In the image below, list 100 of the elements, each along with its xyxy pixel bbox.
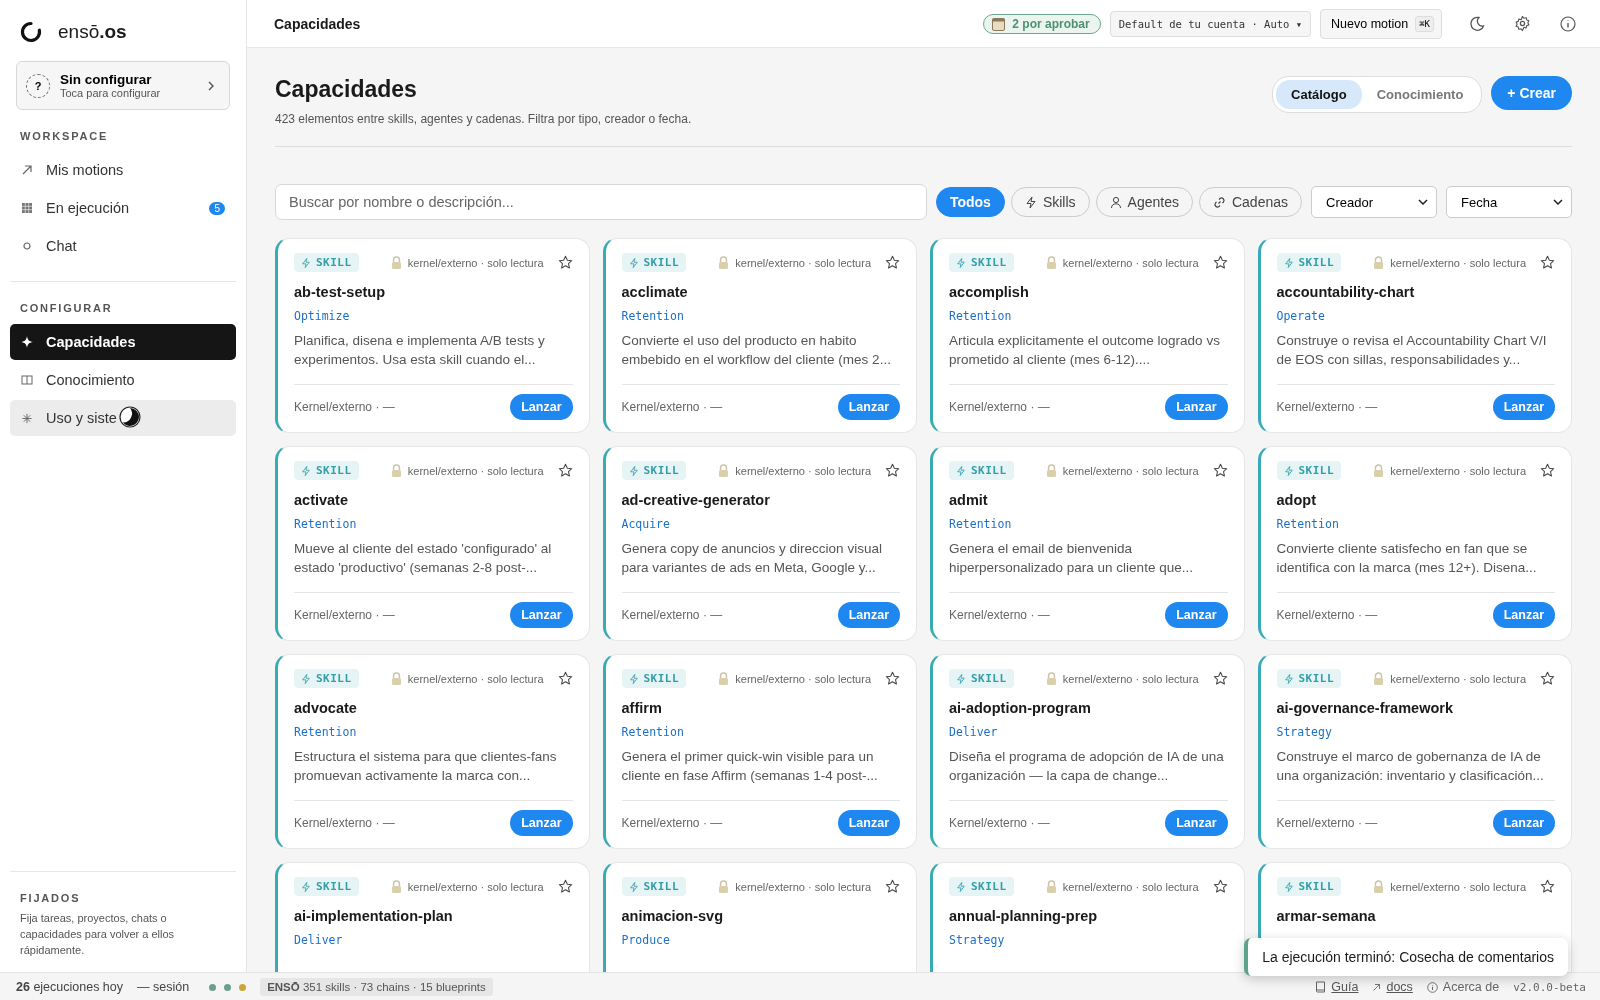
skill-card[interactable]: SKILL kernel/externo · solo lectura accountability-chart Operate Construye o revisa el Accountability Chart V/I de EOS con sillas, responsabilidades y... Kernel/externo · — Lanzar (1257, 238, 1572, 433)
filter-chip[interactable]: Agentes (1095, 187, 1193, 217)
grid-icon (21, 202, 33, 214)
lightning-icon (628, 256, 639, 269)
footer-link[interactable]: docs (1386, 980, 1413, 994)
star-icon[interactable] (557, 255, 573, 270)
launch-button[interactable]: Lanzar (1165, 810, 1228, 836)
section-title: WORKSPACE (19, 129, 110, 144)
skill-description: Mueve al cliente del estado 'configurado' al estado 'productivo' (semanas 2-8 post-... (294, 540, 553, 577)
skill-description: Convierte cliente satisfecho en fan que se identifica con la marca (mes 12+). Disena... (1276, 540, 1538, 577)
launch-button[interactable]: Lanzar (1165, 394, 1228, 420)
skill-card[interactable]: SKILL kernel/externo · solo lectura acclimate Retention Convierte el uso del producto en habito embebido en el workflow del cliente (mes 2... Kernel/externo · — Lanzar (602, 238, 917, 433)
skill-card[interactable]: SKILL kernel/externo · solo lectura ai-implementation-plan Deliver (275, 862, 590, 972)
skill-category: Retention (949, 517, 1013, 531)
nav-item[interactable]: En ejecución 5 (10, 190, 236, 226)
skill-card[interactable]: SKILL kernel/externo · solo lectura adopt Retention Convierte cliente satisfecho en fan que se identifica con la marca (mes 12+). Disena... Kernel/externo · — Lanzar (1257, 446, 1572, 641)
skill-source: Kernel/externo · — (294, 400, 395, 414)
star-icon[interactable] (885, 255, 900, 270)
skill-card[interactable]: SKILL kernel/externo · solo lectura admit Retention Genera el email de bienvenida hiperpersonalizado para un cliente que... Kernel/externo · — Lanzar (930, 446, 1245, 641)
lightning-icon (301, 256, 311, 269)
footer-link[interactable]: Guía (1331, 980, 1359, 994)
star-icon[interactable] (557, 879, 573, 894)
star-icon[interactable] (1540, 463, 1555, 478)
nav-item[interactable]: Conocimiento (10, 362, 236, 398)
launch-button[interactable]: Lanzar (837, 602, 900, 628)
skill-card[interactable]: SKILL kernel/externo · solo lectura ai-adoption-program Deliver Diseña el programa de adopción de IA de una organización — la capa de change... Kernel/externo · — Lanzar (930, 654, 1245, 849)
skill-title: affirm (621, 700, 663, 716)
sparkle-icon (21, 336, 33, 348)
access-label: kernel/externo · solo lectura (735, 464, 871, 477)
logo-icon (20, 21, 42, 43)
link-icon (1212, 195, 1226, 209)
lightning-icon (956, 256, 966, 269)
launch-button[interactable]: Lanzar (510, 394, 573, 420)
toast-notification: La ejecución terminó: Cosecha de comentarios (1244, 938, 1568, 976)
person-icon (1109, 195, 1122, 209)
setup-card[interactable]: ? Sin configurar Toca para configurar (16, 61, 230, 110)
launch-button[interactable]: Lanzar (510, 602, 573, 628)
page-heading: Capacidades (275, 76, 418, 103)
launch-button[interactable]: Lanzar (837, 810, 900, 836)
new-motion-button[interactable]: Nuevo motion ⌘K (1320, 8, 1442, 39)
skill-card[interactable]: SKILL kernel/externo · solo lectura affirm Retention Genera el primer quick-win visible para un cliente en fase Affirm (semanas 1-4 post-... Kernel/externo · — Lanzar (602, 654, 917, 849)
star-icon[interactable] (1540, 255, 1555, 270)
moon-icon[interactable] (1469, 15, 1485, 32)
star-icon[interactable] (885, 879, 900, 894)
skill-badge: SKILL (294, 669, 359, 688)
star-icon[interactable] (1212, 671, 1228, 686)
launch-button[interactable]: Lanzar (1492, 810, 1555, 836)
view-tab[interactable]: Conocimiento (1361, 80, 1479, 109)
lock-icon (1373, 256, 1385, 269)
star-icon[interactable] (1540, 879, 1555, 894)
skill-title: accountability-chart (1276, 284, 1416, 300)
launch-button[interactable]: Lanzar (1165, 602, 1228, 628)
lock-icon (1373, 880, 1385, 893)
skill-card[interactable]: SKILL kernel/externo · solo lectura ad-creative-generator Acquire Genera copy de anuncios y direccion visual para variantes de ads en Meta, Google y... Kernel/externo · — Lanzar (602, 446, 917, 641)
star-icon[interactable] (885, 463, 900, 478)
search-field[interactable]: Buscar por nombre o descripción... (275, 184, 927, 220)
filter-select[interactable]: Creador (1311, 186, 1437, 218)
star-icon[interactable] (1540, 671, 1555, 686)
skill-card[interactable]: SKILL kernel/externo · solo lectura activate Retention Mueve al cliente del estado 'configurado' al estado 'productivo' (semanas 2-8 post-... Kernel/externo · — Lanzar (275, 446, 590, 641)
skill-card[interactable]: SKILL kernel/externo · solo lectura ai-governance-framework Strategy Construye el marco de gobernanza de IA de una organización: inventario y clasificación... Kernel/externo · — Lanzar (1257, 654, 1572, 849)
star-icon[interactable] (885, 671, 900, 686)
skill-card[interactable]: SKILL kernel/externo · solo lectura advocate Retention Estructura el sistema para que clientes-fans promuevan activamente la marca con... Kernel/externo · — Lanzar (275, 654, 590, 849)
filter-chip[interactable]: Skills (1010, 187, 1090, 217)
skill-title: ab-test-setup (294, 284, 387, 300)
info-icon[interactable] (1560, 15, 1576, 32)
skill-title: advocate (294, 700, 358, 716)
launch-button[interactable]: Lanzar (510, 810, 573, 836)
skill-card[interactable]: SKILL kernel/externo · solo lectura accomplish Retention Articula explicitamente el outcome logrado vs prometido al cliente (mes 6-12).... Kernel/externo · — Lanzar (930, 238, 1245, 433)
skill-description: Genera el primer quick-win visible para un cliente en fase Affirm (semanas 1-4 post-... (621, 748, 879, 785)
launch-button[interactable]: Lanzar (1492, 602, 1555, 628)
skill-card[interactable]: SKILL kernel/externo · solo lectura animacion-svg Produce (602, 862, 917, 972)
view-tab[interactable]: Catálogo (1276, 80, 1362, 109)
skill-source: Kernel/externo · — (621, 816, 723, 830)
star-icon[interactable] (557, 671, 573, 686)
lightning-icon (301, 672, 311, 685)
model-select[interactable]: Default de tu cuenta · Auto ▾ (1109, 10, 1312, 37)
skill-card[interactable]: SKILL kernel/externo · solo lectura annual-planning-prep Strategy (930, 862, 1245, 972)
nav-item[interactable]: Mis motions (10, 152, 236, 188)
about-link[interactable]: Acerca de (1442, 980, 1500, 994)
lightning-icon (628, 880, 639, 893)
skill-title: ai-implementation-plan (294, 908, 454, 924)
filter-chip[interactable]: Todos (935, 187, 1005, 217)
skill-title: ad-creative-generator (621, 492, 771, 508)
star-icon[interactable] (557, 463, 573, 478)
launch-button[interactable]: Lanzar (1492, 394, 1555, 420)
nav-item[interactable]: Capacidades (10, 324, 236, 360)
nav-item[interactable]: Chat (10, 228, 236, 264)
create-button[interactable]: + Crear (1491, 76, 1572, 110)
filter-select[interactable]: Fecha (1446, 186, 1572, 218)
skill-card[interactable]: SKILL kernel/externo · solo lectura ab-test-setup Optimize Planifica, disena e implementa A/B tests y experimentos. Usa esta skill cuando el... Kernel/externo · — Lanzar (275, 238, 590, 433)
settings-icon[interactable] (1514, 15, 1531, 32)
nav-item[interactable]: Uso y siste (10, 400, 236, 436)
filter-chip[interactable]: Cadenas (1198, 187, 1302, 217)
launch-button[interactable]: Lanzar (837, 394, 900, 420)
star-icon[interactable] (1212, 879, 1228, 894)
access-label: kernel/externo · solo lectura (1390, 464, 1526, 477)
star-icon[interactable] (1212, 463, 1228, 478)
skill-badge: SKILL (1276, 461, 1342, 480)
arrow-icon (21, 164, 33, 176)
star-icon[interactable] (1212, 255, 1228, 270)
